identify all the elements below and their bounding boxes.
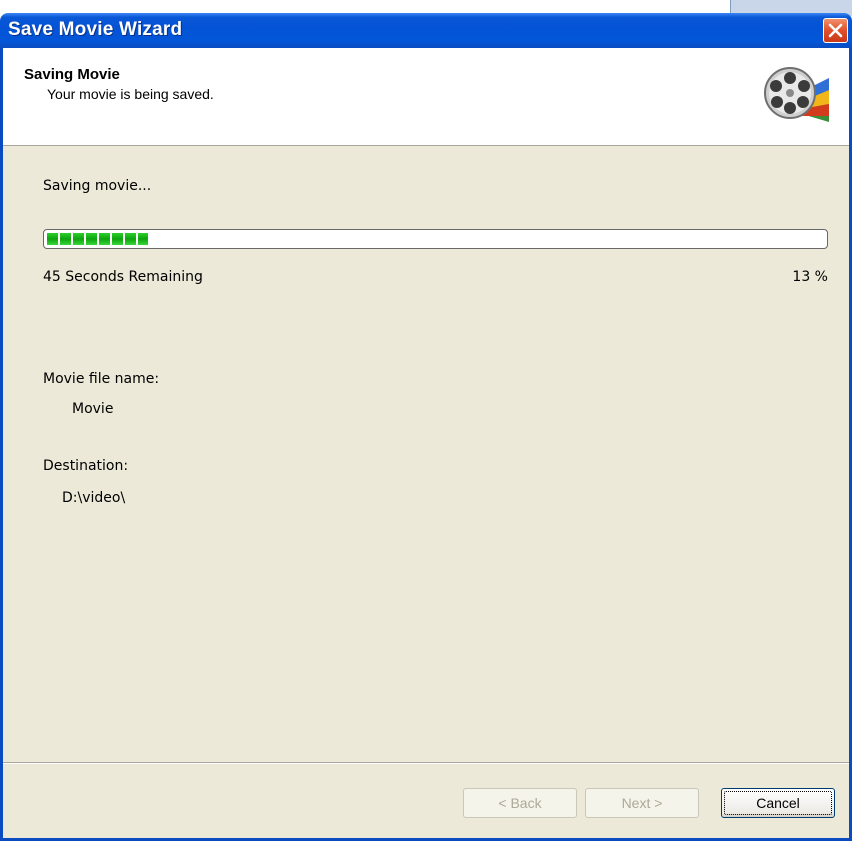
cancel-button[interactable]: Cancel [721,788,835,818]
progress-segment [73,233,84,245]
progress-segment [99,233,110,245]
header-title: Saving Movie [24,66,120,83]
wizard-footer: < Back Next > Cancel [3,764,849,838]
percent-label: 13 % [792,269,828,285]
progress-segment [112,233,123,245]
file-name-value: Movie [72,401,114,417]
progress-segment [125,233,136,245]
header-subtitle: Your movie is being saved. [47,86,214,102]
destination-label: Destination: [43,458,129,474]
progress-fill [47,233,148,245]
wizard-header: Saving Movie Your movie is being saved. [3,48,849,146]
save-movie-wizard-window: Save Movie Wizard Saving Movie Your movi… [0,0,852,841]
cancel-button-label: Cancel [724,791,832,815]
window-title: Save Movie Wizard [8,19,183,40]
film-reel-icon [764,67,829,122]
progress-segment [138,233,148,245]
destination-value: D:\video\ [62,490,126,506]
close-icon [828,23,843,38]
file-name-label: Movie file name: [43,371,160,387]
back-button[interactable]: < Back [463,788,577,818]
time-remaining-label: 45 Seconds Remaining [43,269,203,285]
progress-segment [86,233,97,245]
save-progress-bar [43,229,828,249]
wizard-body: Saving movie... 45 Seconds Remaining 13 … [3,146,849,762]
saving-status-label: Saving movie... [43,178,152,194]
close-button[interactable] [823,18,848,43]
next-button[interactable]: Next > [585,788,699,818]
progress-segment [60,233,71,245]
title-bar[interactable]: Save Movie Wizard [0,13,852,48]
progress-segment [47,233,58,245]
